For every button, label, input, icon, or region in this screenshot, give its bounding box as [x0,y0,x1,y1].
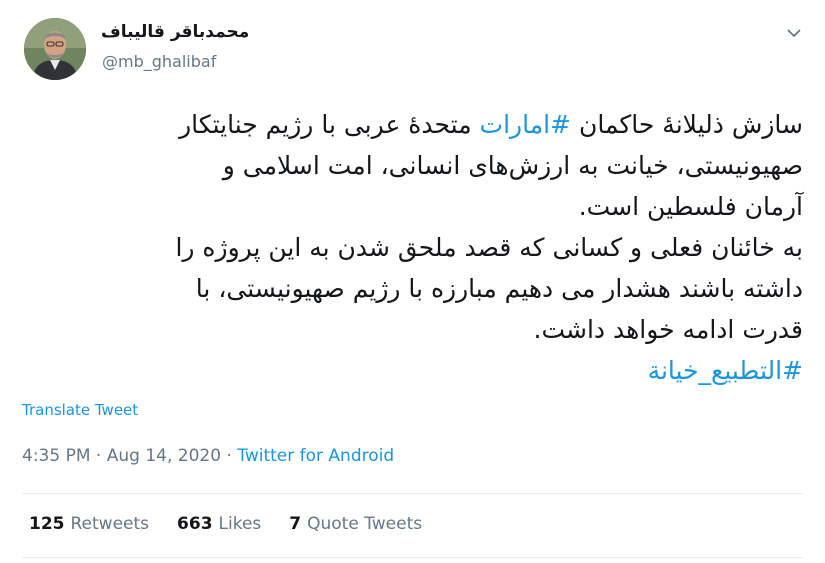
tweet-text-line: داشته باشند هشدار می دهیم مبارزه با رژیم… [195,274,803,303]
divider [22,557,803,558]
tweet-menu-button[interactable] [783,22,805,44]
quote-tweets-count: 7 [289,514,302,534]
likes-count: 663 [177,514,213,534]
tweet-time[interactable]: 4:35 PM [22,446,91,466]
tweet-stats: 125 Retweets 663 Likes 7 Quote Tweets [29,514,422,534]
text-segment: سازش ذلیلانهٔ حاکمان [571,110,803,139]
retweets-label: Retweets [70,514,150,534]
likes-label: Likes [218,514,262,534]
tweet-metadata: 4:35 PM · Aug 14, 2020 · Twitter for And… [22,446,394,466]
chevron-down-icon [787,29,801,37]
meta-separator: · [226,446,232,466]
tweet-card: محمدباقر قالیباف @mb_ghalibaf سازش ذلیلا… [0,0,825,563]
author-avatar[interactable] [24,18,86,80]
tweet-text-line: به خائنان فعلی و کسانی که قصد ملحق شدن ب… [175,233,803,262]
retweets-count: 125 [29,514,65,534]
divider [22,493,803,494]
tweet-date[interactable]: Aug 14, 2020 [107,446,221,466]
tweet-text-line: آرمان فلسطین است. [578,192,803,221]
hashtag-normalization-link[interactable]: #التطبیع_خیانة [648,356,803,385]
tweet-source-link[interactable]: Twitter for Android [237,446,394,466]
tweet-text-line: سازش ذلیلانهٔ حاکمان #امارات متحدهٔ عربی… [43,104,803,145]
tweet-text-line: #التطبیع_خیانة [43,350,803,391]
tweet-text-line: قدرت ادامه خواهد داشت. [533,315,803,344]
meta-separator: · [95,446,102,466]
quote-tweets-label: Quote Tweets [307,514,423,534]
avatar-photo-icon [24,18,86,80]
retweets-stat[interactable]: 125 Retweets [29,514,149,534]
text-segment: متحدهٔ عربی با رژیم جنایتکار [179,110,480,139]
translate-tweet-link[interactable]: Translate Tweet [22,401,138,419]
author-display-name[interactable]: محمدباقر قالیباف [101,22,249,42]
quote-tweets-stat[interactable]: 7 Quote Tweets [289,514,422,534]
author-handle[interactable]: @mb_ghalibaf [102,52,216,71]
tweet-text: سازش ذلیلانهٔ حاکمان #امارات متحدهٔ عربی… [43,104,803,391]
likes-stat[interactable]: 663 Likes [177,514,261,534]
hashtag-emirates-link[interactable]: #امارات [480,110,571,139]
tweet-text-line: صهیونیستی، خیانت به ارزش‌های انسانی، امت… [222,151,803,180]
